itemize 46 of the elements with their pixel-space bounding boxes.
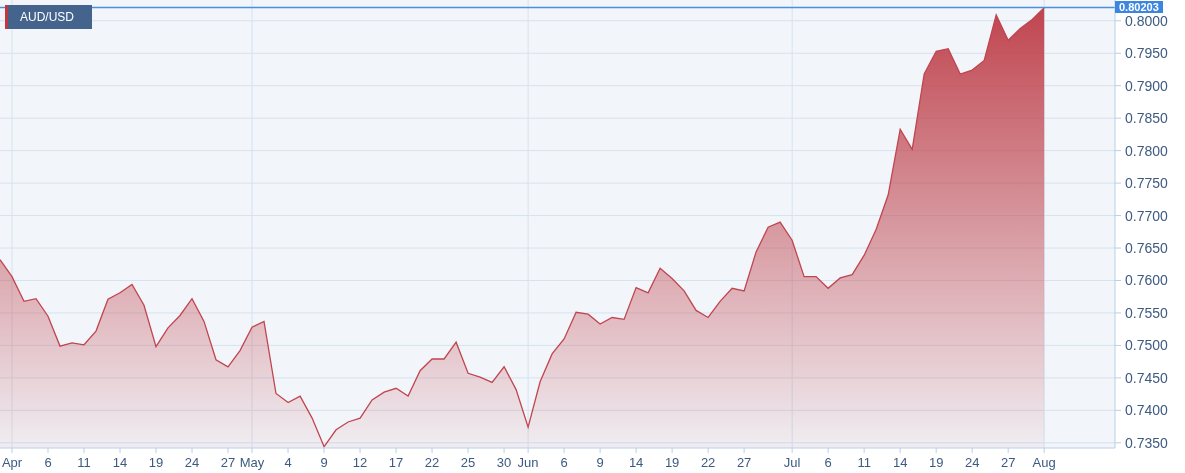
x-axis-label: May	[239, 455, 265, 470]
x-axis-label: 6	[560, 455, 568, 470]
legend-label: AUD/USD	[19, 9, 75, 26]
y-axis-label: 0.7350	[1125, 434, 1168, 451]
y-axis-label: 0.7950	[1125, 45, 1168, 62]
x-axis-label: 6	[44, 455, 52, 470]
x-axis-label: 25	[460, 455, 476, 470]
y-axis-label: 0.7600	[1125, 272, 1168, 289]
x-axis-label: 22	[424, 455, 440, 470]
y-axis-label: 0.7550	[1125, 304, 1168, 321]
x-axis-label: 24	[964, 455, 980, 470]
x-axis-label: Jul	[783, 455, 801, 470]
x-axis-label: Apr	[1, 455, 23, 470]
y-axis-label: 0.7400	[1125, 402, 1168, 419]
x-axis-label: 24	[184, 455, 200, 470]
y-axis-label: 0.7850	[1125, 110, 1168, 127]
x-axis-label: 27	[736, 455, 752, 470]
x-axis-label: 22	[700, 455, 716, 470]
y-axis-label: 0.7800	[1125, 142, 1168, 159]
x-axis-label: 17	[388, 455, 404, 470]
x-axis-label: 11	[77, 455, 91, 470]
y-axis-label: 0.7500	[1125, 337, 1168, 354]
x-axis-label: 9	[320, 455, 328, 470]
x-axis-label: 27	[220, 455, 236, 470]
y-axis-label: 0.7650	[1125, 240, 1168, 256]
y-axis-label: 0.7450	[1125, 369, 1168, 386]
y-axis-label: 0.7700	[1125, 207, 1168, 224]
x-axis-label: 19	[928, 455, 944, 470]
x-axis-label: 14	[628, 455, 644, 470]
x-axis-label: 14	[892, 455, 908, 470]
x-axis-label: 12	[352, 455, 368, 470]
y-axis-label: 0.8000	[1125, 12, 1168, 29]
x-axis-label: 19	[148, 455, 164, 470]
x-axis-label: 11	[857, 455, 871, 470]
x-axis-label: 4	[284, 455, 292, 470]
x-axis-label: 27	[1000, 455, 1016, 470]
x-axis-label: 9	[596, 455, 604, 470]
price-tag: 0.80203	[1115, 0, 1163, 13]
x-axis-label: 6	[824, 455, 832, 470]
x-axis-label: Aug	[1032, 455, 1056, 470]
y-axis-label: 0.7750	[1125, 175, 1168, 192]
y-axis-label: 0.7900	[1125, 77, 1168, 94]
x-axis-label: 30	[496, 455, 512, 470]
x-axis-label: Jun	[517, 455, 539, 470]
x-axis-label: 19	[664, 455, 680, 470]
x-axis-label: 14	[112, 455, 128, 470]
